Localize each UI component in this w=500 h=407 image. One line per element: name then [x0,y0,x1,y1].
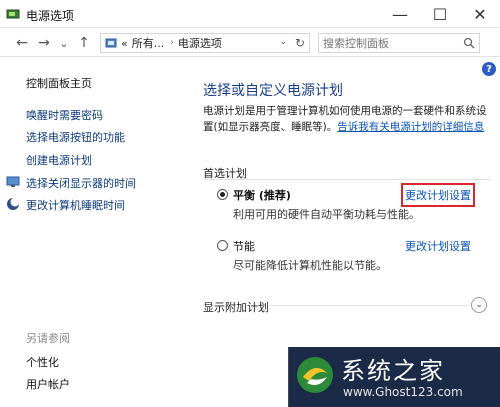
see-also-label: 另请参阅 [26,332,70,345]
sidebar-item-require-password[interactable]: 唤醒时需要密码 [26,107,103,123]
plan-balanced-change-settings-link[interactable]: 更改计划设置 [401,183,475,207]
address-dropdown-icon[interactable]: ⌄ [279,37,287,47]
control-panel-icon [105,38,117,48]
watermark-banner: 系统之家 www.Ghost123.com [288,347,500,407]
sidebar-item-user-accounts[interactable]: 用户帐户 [26,376,70,392]
address-bar[interactable]: « 所有... › 电源选项 ⌄ ↻ [100,33,310,53]
search-icon[interactable] [463,37,475,49]
plan-balanced-radio[interactable] [217,189,228,200]
plan-power-saver-radio[interactable] [217,240,228,251]
title-bar: 电源选项 — ☐ ✕ [0,0,500,28]
section-divider [203,179,491,180]
sidebar-item-create-plan[interactable]: 创建电源计划 [26,152,92,168]
breadcrumb-power-options[interactable]: 电源选项 [178,35,222,51]
back-arrow-icon[interactable]: ← [14,35,30,51]
page-description: 电源计划是用于管理计算机如何使用电源的一套硬件和系统设置(如显示器亮度、睡眠等)… [203,103,491,135]
additional-plans-divider [269,305,469,306]
breadcrumb-all-items[interactable]: 所有... [132,35,165,51]
plan-balanced-desc: 利用可用的硬件自动平衡功耗与性能。 [233,208,420,221]
sidebar-item-sleep-time[interactable]: 更改计算机睡眠时间 [26,197,125,213]
recent-locations-icon[interactable]: ⌄ [58,35,70,51]
maximize-button[interactable]: ☐ [420,0,460,28]
refresh-icon[interactable]: ↻ [295,36,305,50]
forward-arrow-icon[interactable]: → [36,35,52,51]
breadcrumb-overflow[interactable]: « [121,37,128,50]
display-off-icon [6,176,20,187]
close-button[interactable]: ✕ [460,0,500,28]
page-title: 选择或自定义电源计划 [203,83,343,99]
chevron-down-icon[interactable]: ⌄ [471,297,487,313]
navigation-bar: ← → ⌄ ↑ « 所有... › 电源选项 ⌄ ↻ [0,29,500,57]
power-options-icon [6,9,20,19]
show-additional-plans-label[interactable]: 显示附加计划 [203,299,269,315]
sidebar: 控制面板主页 唤醒时需要密码 选择电源按钮的功能 创建电源计划 选择关闭显示器的… [0,57,190,407]
minimize-button[interactable]: — [380,0,420,28]
plan-balanced-name[interactable]: 平衡 (推荐) [233,187,291,203]
search-box[interactable] [318,33,480,53]
sleep-moon-icon [7,197,20,210]
up-arrow-icon[interactable]: ↑ [76,35,92,51]
window-title: 电源选项 [26,9,75,23]
watermark-title: 系统之家 [341,357,445,385]
sidebar-item-power-button[interactable]: 选择电源按钮的功能 [26,129,125,145]
watermark-url: www.Ghost123.com [343,385,463,399]
sidebar-item-control-panel-home[interactable]: 控制面板主页 [26,75,92,91]
sidebar-item-personalization[interactable]: 个性化 [26,354,59,370]
search-input[interactable] [323,34,463,52]
watermark-logo-icon [297,357,333,393]
plan-power-saver-desc: 尽可能降低计算机性能以节能。 [233,259,387,272]
plan-power-saver-change-settings-link[interactable]: 更改计划设置 [405,238,471,254]
learn-more-link[interactable]: 告诉我有关电源计划的详细信息 [337,121,484,133]
breadcrumb-separator-icon[interactable]: › [170,38,174,48]
sidebar-item-display-off-time[interactable]: 选择关闭显示器的时间 [26,175,136,191]
plan-power-saver-name[interactable]: 节能 [233,238,255,254]
